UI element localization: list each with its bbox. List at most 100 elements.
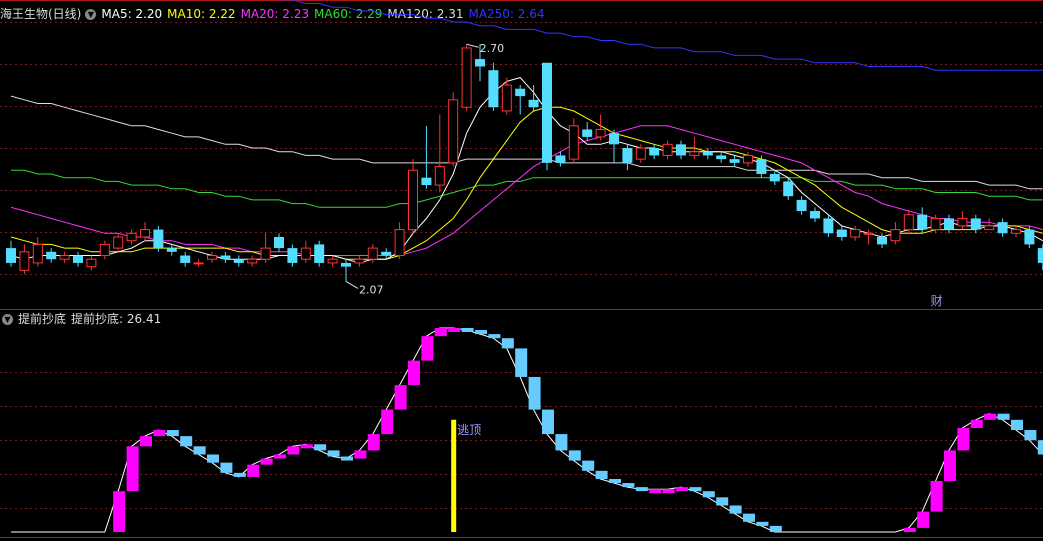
candle-body xyxy=(220,255,231,260)
indicator-bar xyxy=(287,446,300,455)
candle-body xyxy=(662,143,673,156)
candle-body xyxy=(649,148,660,156)
candle-body xyxy=(555,155,566,163)
indicator-bar xyxy=(260,458,273,465)
candle-body xyxy=(542,62,552,163)
candle-body xyxy=(877,236,887,245)
indicator-bar xyxy=(488,334,501,339)
low-price-label: 2.07 xyxy=(359,283,384,296)
low-pointer xyxy=(345,281,359,289)
candle-body xyxy=(314,244,325,263)
candle-body xyxy=(461,47,472,108)
indicator-bar xyxy=(354,450,367,459)
indicator-bar xyxy=(140,436,152,447)
indicator-bar xyxy=(1024,430,1037,441)
candle-body xyxy=(140,229,150,238)
indicator-bar xyxy=(528,376,541,410)
indicator-bar xyxy=(274,454,286,459)
candle-body xyxy=(207,255,217,260)
indicator-bar xyxy=(917,511,930,528)
candle-body xyxy=(944,218,954,230)
candle-body xyxy=(810,211,820,219)
indicator-bar xyxy=(448,328,461,332)
indicator-bar xyxy=(609,478,621,484)
candle-body xyxy=(260,247,271,260)
ma5-line xyxy=(10,77,1043,264)
indicator-bar xyxy=(984,413,997,420)
indicator-bar xyxy=(944,450,956,481)
candle-body xyxy=(850,229,861,238)
indicator-bar xyxy=(166,430,179,437)
indicator-bar xyxy=(997,413,1010,420)
candle-body xyxy=(300,247,311,260)
candle-body xyxy=(1011,229,1021,234)
candle-body xyxy=(434,166,445,186)
indicator-bar xyxy=(1011,419,1023,430)
indicator-bar xyxy=(408,360,420,386)
candle-body xyxy=(247,258,258,264)
candle-body xyxy=(635,147,646,160)
indicator-bar xyxy=(461,328,474,332)
candle-body xyxy=(501,84,512,112)
candle-body xyxy=(193,262,204,265)
candle-body xyxy=(957,217,968,227)
candle-body xyxy=(1024,229,1035,245)
indicator-bar xyxy=(314,444,327,451)
candle-body xyxy=(381,251,392,256)
indicator-bar xyxy=(207,454,219,463)
candle-body xyxy=(984,225,995,231)
ma10-line xyxy=(10,106,1043,260)
candle-body xyxy=(1037,248,1043,263)
indicator-bar xyxy=(233,472,246,477)
candle-body xyxy=(689,151,700,156)
candle-body xyxy=(46,251,57,260)
candle-body xyxy=(702,151,713,156)
candle-body xyxy=(890,229,901,242)
candle-body xyxy=(73,255,83,263)
indicator-bar xyxy=(113,491,126,532)
candle-body xyxy=(930,217,941,231)
indicator-bar xyxy=(126,446,139,492)
indicator-bar xyxy=(903,527,916,532)
indicator-bar xyxy=(957,427,970,451)
candle-body xyxy=(769,173,780,182)
indicator-bar xyxy=(247,464,260,477)
candle-body xyxy=(59,255,70,260)
indicator-bar xyxy=(649,489,662,494)
candle-body xyxy=(421,177,432,186)
candle-body xyxy=(394,229,405,257)
indicator-bar xyxy=(622,483,635,488)
candle-body xyxy=(515,88,526,97)
candle-body xyxy=(488,70,499,108)
candle-body xyxy=(354,258,365,264)
signal-label: 逃顶 xyxy=(457,423,481,437)
candle-body xyxy=(783,181,794,197)
candle-body xyxy=(582,129,593,137)
high-pointer xyxy=(466,43,479,48)
ma250-line xyxy=(277,0,1043,71)
indicator-bar xyxy=(501,338,514,349)
indicator-bar xyxy=(970,419,983,428)
event-marker: 财 xyxy=(931,294,943,308)
candle-body xyxy=(166,248,177,252)
indicator-bar xyxy=(716,497,729,506)
candle-body xyxy=(676,144,686,156)
indicator-bar xyxy=(555,434,568,451)
candle-body xyxy=(6,248,16,263)
candle-body xyxy=(836,229,847,237)
indicator-bar xyxy=(193,446,206,455)
chart-canvas: 2.70 2.07 财逃顶 xyxy=(0,0,1043,538)
indicator-bar xyxy=(394,385,407,410)
candle-body xyxy=(917,214,928,230)
candle-body xyxy=(903,214,914,231)
ma120-line xyxy=(10,95,1043,190)
candle-body xyxy=(448,99,459,164)
indicator-bar xyxy=(475,330,487,335)
indicator-bar xyxy=(327,450,340,457)
candle-body xyxy=(153,229,164,249)
candle-body xyxy=(86,258,97,268)
candle-body xyxy=(622,148,633,163)
indicator-bar xyxy=(153,430,166,437)
indicator-bar xyxy=(769,525,782,532)
candle-body xyxy=(32,243,43,264)
